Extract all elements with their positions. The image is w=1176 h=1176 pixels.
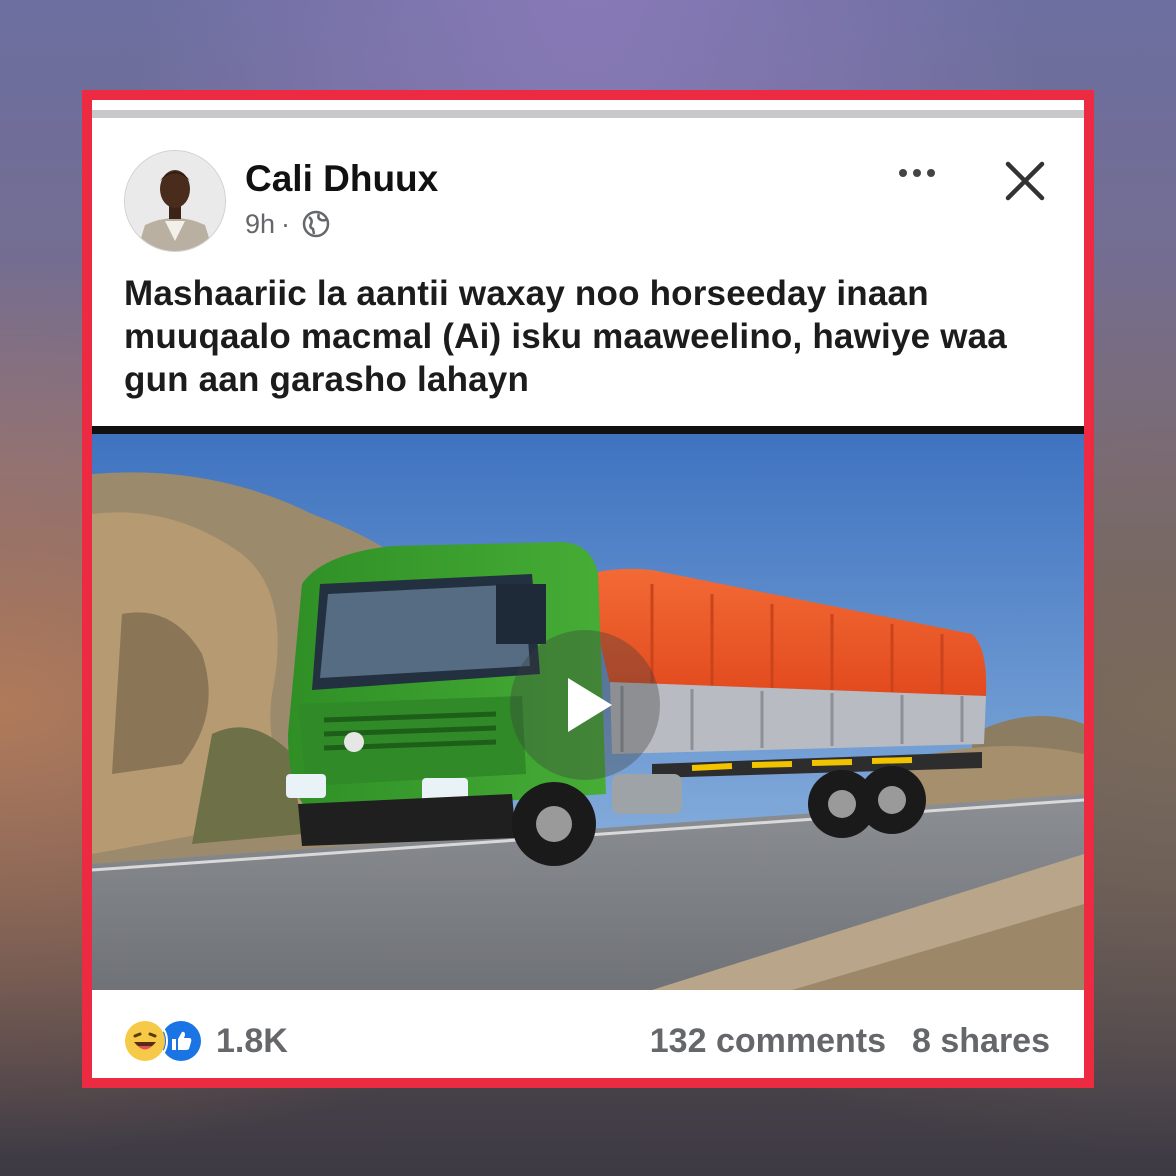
video-thumbnail[interactable] <box>92 434 1084 990</box>
meta-separator: · <box>281 208 291 239</box>
highlight-frame: Cali Dhuux 9h · Mashaariic la aantii wax… <box>82 90 1094 1088</box>
author-name[interactable]: Cali Dhuux <box>245 158 438 200</box>
post-text: Mashaariic la aantii waxay noo horseeday… <box>124 274 1007 399</box>
shares-link[interactable]: 8 shares <box>912 1022 1050 1061</box>
media-divider <box>92 426 1084 434</box>
author-avatar[interactable] <box>124 150 226 252</box>
post-meta: 9h · <box>245 208 332 240</box>
globe-icon <box>300 208 332 240</box>
top-divider <box>92 110 1084 118</box>
post-card: Cali Dhuux 9h · Mashaariic la aantii wax… <box>92 100 1084 1078</box>
play-icon[interactable] <box>510 630 660 780</box>
reaction-count: 1.8K <box>216 1021 288 1060</box>
more-options-icon[interactable] <box>892 158 942 188</box>
post-time[interactable]: 9h <box>245 209 275 240</box>
close-icon[interactable] <box>1002 158 1048 204</box>
engagement-bar: 1.8K 132 comments 8 shares <box>92 1000 1084 1078</box>
comments-link[interactable]: 132 comments <box>650 1022 886 1061</box>
reactions-summary[interactable]: 1.8K <box>122 1018 288 1064</box>
post-stats: 132 comments 8 shares <box>650 1022 1050 1061</box>
haha-reaction-icon <box>122 1018 168 1064</box>
